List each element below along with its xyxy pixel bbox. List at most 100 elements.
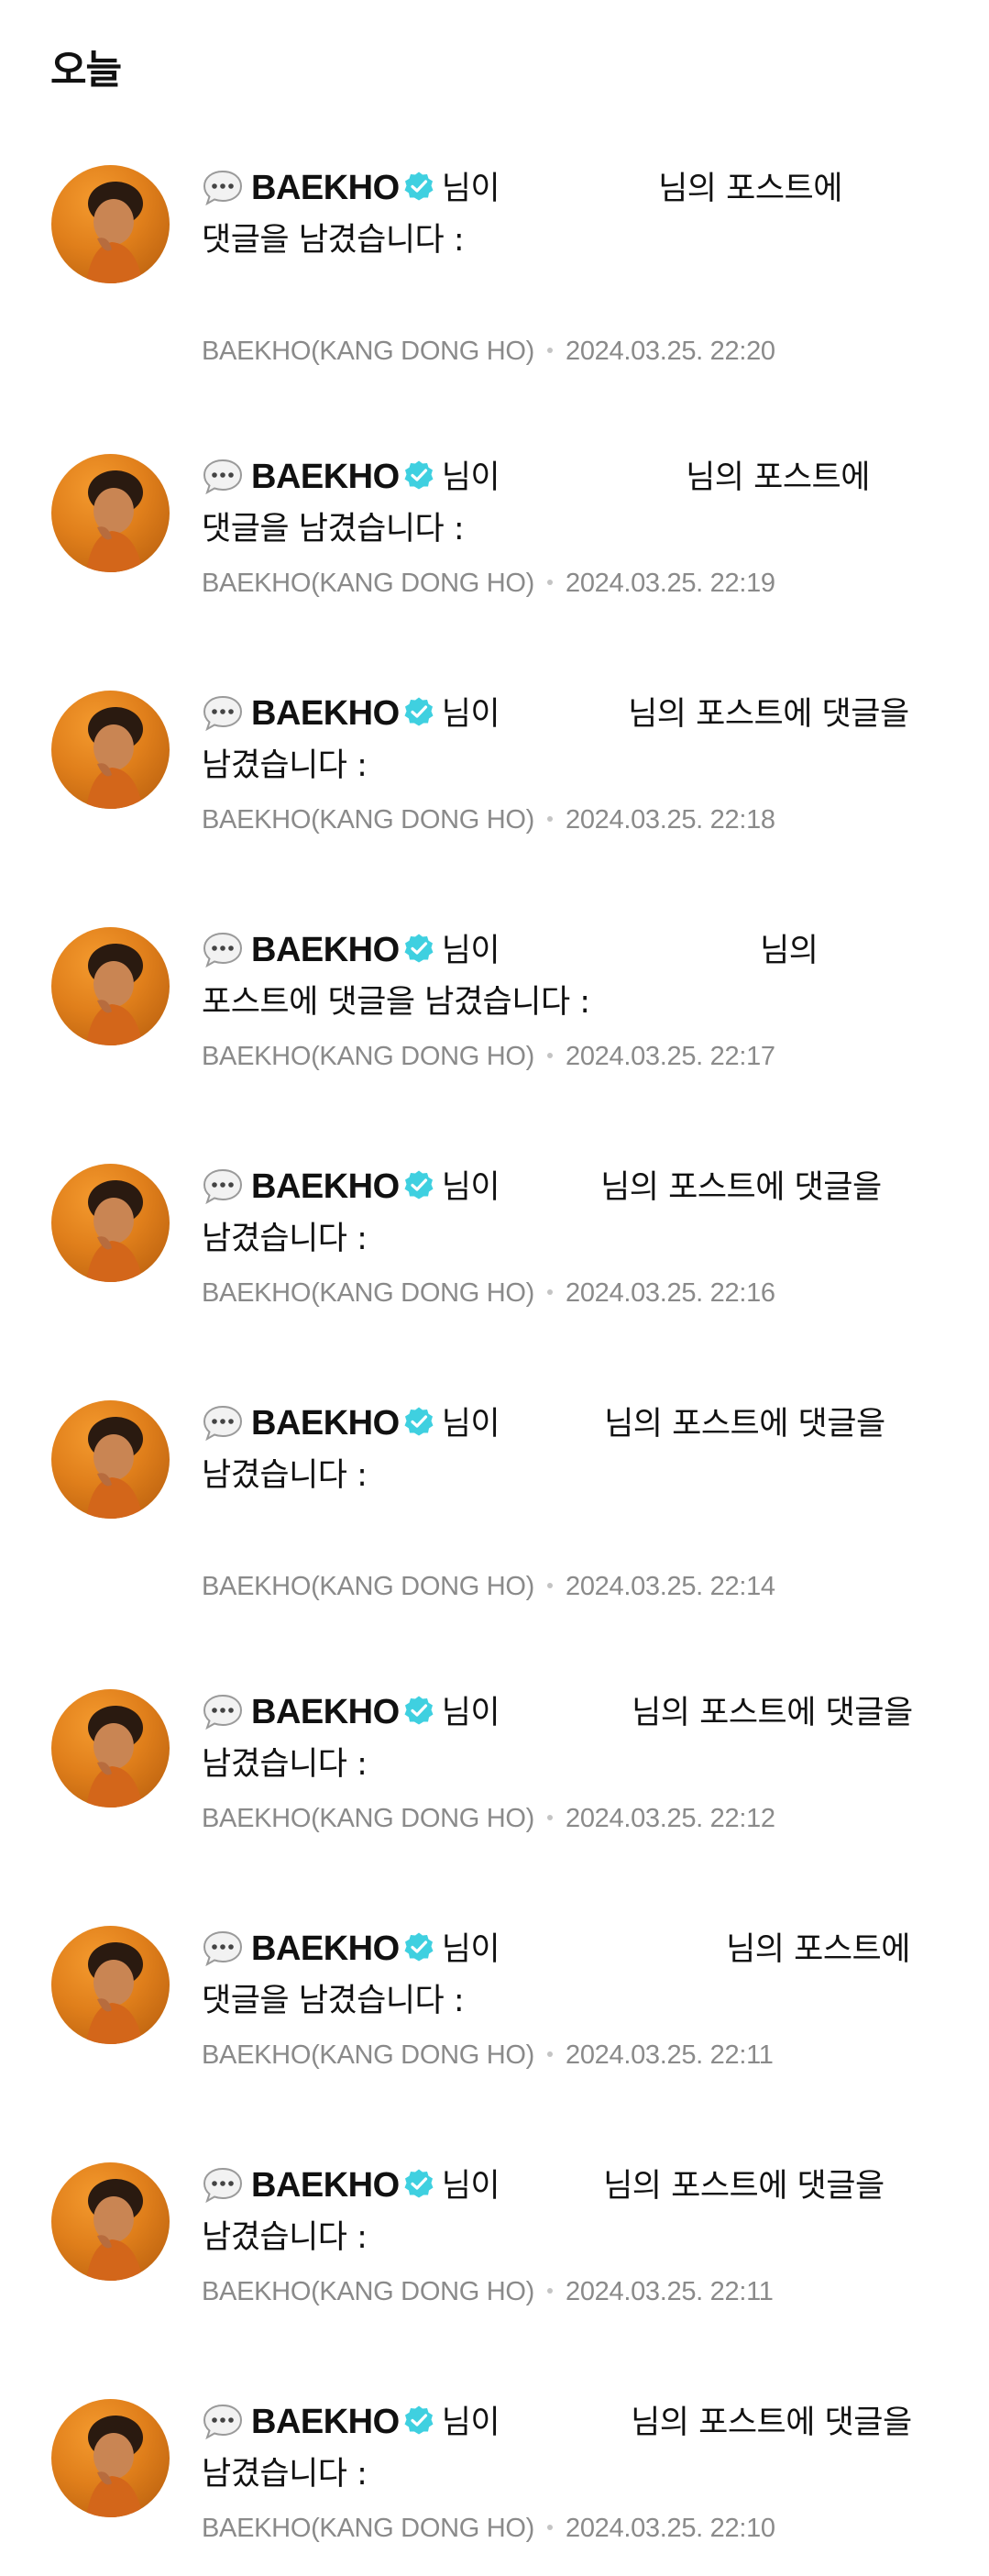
message-text: 댓글을 남겼습니다 : xyxy=(202,511,465,547)
notification-meta: BAEKHO(KANG DONG HO) 2024.03.25. 22:20 xyxy=(202,337,775,367)
message-text: 님이 xyxy=(441,2168,500,2205)
notification-line-1: BAEKHO 님이 님의 포스트에 댓글을 xyxy=(202,2396,935,2449)
message-text: 님의 포스트에 xyxy=(726,1931,910,1968)
message-text: 님의 포스트에 댓글을 xyxy=(603,2168,885,2205)
username[interactable]: BAEKHO xyxy=(251,1929,400,1968)
verified-badge-icon xyxy=(404,1696,434,1725)
message-text: 님의 포스트에 댓글을 xyxy=(604,1406,885,1443)
message-text: 님이 xyxy=(441,1169,500,1206)
message-text: 님이 xyxy=(441,696,500,733)
verified-badge-icon xyxy=(404,1932,434,1962)
notification-message: BAEKHO 님이 님의 포스트에 댓글을 남겼습니다 : xyxy=(202,451,935,556)
avatar[interactable] xyxy=(51,2162,170,2281)
separator-dot xyxy=(547,1583,553,1589)
avatar[interactable] xyxy=(51,1689,170,1808)
message-text: 댓글을 남겼습니다 : xyxy=(202,1983,465,2019)
notification-line-1: BAEKHO 님이 님의 포스트에 xyxy=(202,1923,935,1975)
message-text: 님의 포스트에 댓글을 xyxy=(628,696,909,733)
speech-bubble-icon xyxy=(203,695,243,731)
separator-dot xyxy=(547,2288,553,2294)
message-text: 님의 포스트에 댓글을 xyxy=(600,1169,882,1206)
username[interactable]: BAEKHO xyxy=(251,2403,400,2441)
message-text: 님이 xyxy=(441,1695,500,1731)
message-text: 남겼습니다 : xyxy=(202,2456,368,2493)
message-text: 남겼습니다 : xyxy=(202,1221,368,1257)
speech-bubble-icon xyxy=(203,2404,243,2439)
separator-dot xyxy=(547,580,553,586)
notification-message: BAEKHO 님이 님의 포스트에 댓글을 남겼습니다 : xyxy=(202,162,935,267)
notification-meta: BAEKHO(KANG DONG HO) 2024.03.25. 22:10 xyxy=(202,2514,775,2544)
avatar[interactable] xyxy=(51,1926,170,2044)
message-text: 님의 포스트에 댓글을 xyxy=(632,1695,913,1731)
speech-bubble-icon xyxy=(203,459,243,494)
username[interactable]: BAEKHO xyxy=(251,458,400,496)
verified-badge-icon xyxy=(404,1407,434,1436)
separator-dot xyxy=(547,348,553,354)
message-text: 남겼습니다 : xyxy=(202,1746,368,1783)
notification-message: BAEKHO 님이 님의 포스트에 댓글을 남겼습니다 : xyxy=(202,1686,935,1791)
author-name: BAEKHO(KANG DONG HO) xyxy=(202,805,534,835)
notification-message: BAEKHO 님이 님의 포스트에 댓글을 남겼습니다 : xyxy=(202,1923,935,2028)
timestamp: 2024.03.25. 22:11 xyxy=(566,2277,774,2306)
avatar[interactable] xyxy=(51,2399,170,2517)
username[interactable]: BAEKHO xyxy=(251,2166,400,2205)
message-text: 님의 포스트에 댓글을 xyxy=(631,2405,912,2441)
notification-message: BAEKHO 님이 님의 포스트에 댓글을 남겼습니다 : xyxy=(202,2396,935,2501)
author-name: BAEKHO(KANG DONG HO) xyxy=(202,569,534,598)
separator-dot xyxy=(547,816,553,823)
notification-meta: BAEKHO(KANG DONG HO) 2024.03.25. 22:11 xyxy=(202,2040,774,2071)
speech-bubble-icon xyxy=(203,170,243,205)
timestamp: 2024.03.25. 22:12 xyxy=(566,1804,775,1833)
username[interactable]: BAEKHO xyxy=(251,694,400,733)
verified-badge-icon xyxy=(404,2405,434,2435)
notification-message: BAEKHO 님이 님의 포스트에 댓글을 남겼습니다 : xyxy=(202,1398,935,1502)
username[interactable]: BAEKHO xyxy=(251,1404,400,1443)
message-text: 남겼습니다 : xyxy=(202,2219,368,2256)
message-text: 님이 xyxy=(441,2405,500,2441)
timestamp: 2024.03.25. 22:18 xyxy=(566,805,775,835)
speech-bubble-icon xyxy=(203,932,243,967)
timestamp: 2024.03.25. 22:20 xyxy=(566,337,775,366)
notification-list: BAEKHO 님이 님의 포스트에 댓글을 남겼습니다 : BAEKHO(KANG… xyxy=(0,0,989,2576)
notification-line-1: BAEKHO 님이 님의 포스트에 댓글을 xyxy=(202,1398,935,1450)
timestamp: 2024.03.25. 22:10 xyxy=(566,2514,775,2543)
username[interactable]: BAEKHO xyxy=(251,169,400,207)
message-text: 남겼습니다 : xyxy=(202,1457,368,1494)
author-name: BAEKHO(KANG DONG HO) xyxy=(202,1804,534,1833)
notification-line-1: BAEKHO 님이 님의 포스트에 xyxy=(202,162,935,215)
author-name: BAEKHO(KANG DONG HO) xyxy=(202,337,534,366)
avatar[interactable] xyxy=(51,927,170,1045)
avatar[interactable] xyxy=(51,454,170,572)
verified-badge-icon xyxy=(404,171,434,201)
notification-line-1: BAEKHO 님이 님의 포스트에 댓글을 xyxy=(202,688,935,740)
verified-badge-icon xyxy=(404,697,434,726)
separator-dot xyxy=(547,1289,553,1296)
avatar[interactable] xyxy=(51,1400,170,1519)
notification-meta: BAEKHO(KANG DONG HO) 2024.03.25. 22:11 xyxy=(202,2277,774,2307)
message-text: 댓글을 남겼습니다 : xyxy=(202,222,465,259)
notification-line-1: BAEKHO 님이 님의 xyxy=(202,924,935,977)
verified-badge-icon xyxy=(404,460,434,490)
notification-meta: BAEKHO(KANG DONG HO) 2024.03.25. 22:12 xyxy=(202,1804,775,1834)
username[interactable]: BAEKHO xyxy=(251,1167,400,1206)
notification-meta: BAEKHO(KANG DONG HO) 2024.03.25. 22:19 xyxy=(202,569,775,599)
username[interactable]: BAEKHO xyxy=(251,1693,400,1731)
author-name: BAEKHO(KANG DONG HO) xyxy=(202,1278,534,1308)
notification-message: BAEKHO 님이 님의 포스트에 댓글을 남겼습니다 : xyxy=(202,924,935,1029)
separator-dot xyxy=(547,1815,553,1821)
notification-meta: BAEKHO(KANG DONG HO) 2024.03.25. 22:18 xyxy=(202,805,775,835)
timestamp: 2024.03.25. 22:16 xyxy=(566,1278,775,1308)
avatar[interactable] xyxy=(51,165,170,283)
avatar[interactable] xyxy=(51,691,170,809)
avatar[interactable] xyxy=(51,1164,170,1282)
separator-dot xyxy=(547,1053,553,1059)
timestamp: 2024.03.25. 22:11 xyxy=(566,2040,774,2070)
message-text: 님이 xyxy=(441,459,500,496)
message-text: 님의 포스트에 xyxy=(686,459,870,496)
message-text: 님이 xyxy=(441,171,500,207)
username[interactable]: BAEKHO xyxy=(251,931,400,969)
author-name: BAEKHO(KANG DONG HO) xyxy=(202,2040,534,2070)
speech-bubble-icon xyxy=(203,1405,243,1441)
notification-message: BAEKHO 님이 님의 포스트에 댓글을 남겼습니다 : xyxy=(202,688,935,792)
notification-meta: BAEKHO(KANG DONG HO) 2024.03.25. 22:14 xyxy=(202,1572,775,1602)
